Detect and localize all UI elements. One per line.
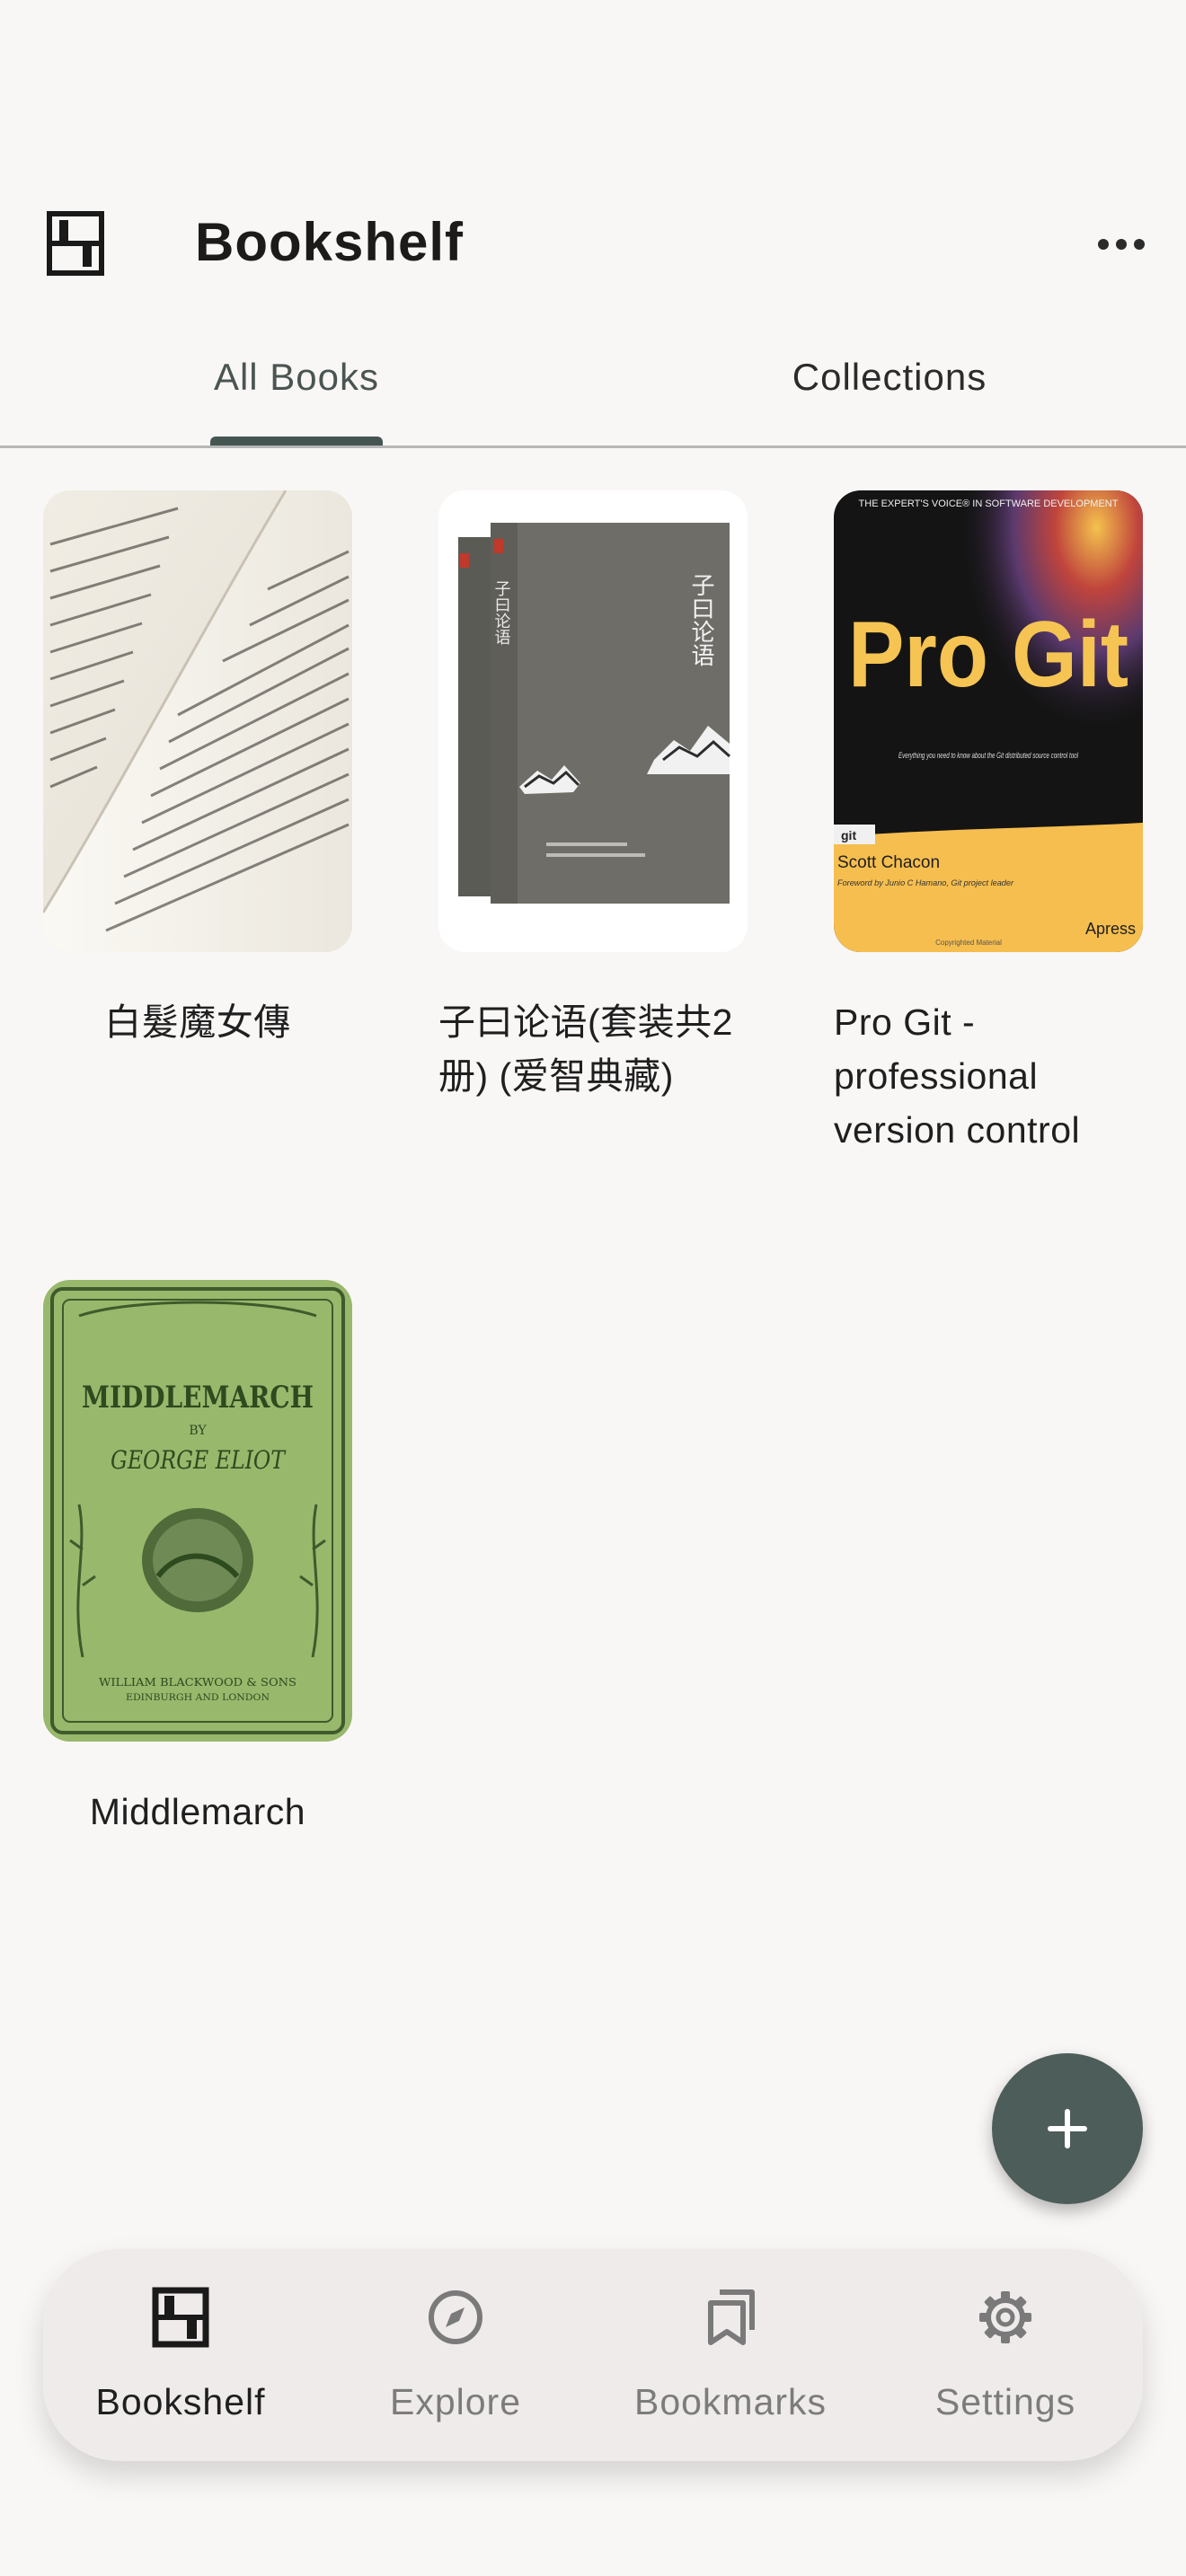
cover-footer: Copyrighted Material [935, 939, 1002, 947]
app-bar: Bookshelf [0, 180, 1186, 305]
nav-label: Settings [934, 2381, 1076, 2422]
bookshelf-icon [47, 211, 104, 276]
book-card[interactable]: 子曰论语 子曰论语 子曰论语(套装共2册) (爱智典藏) [438, 490, 748, 1103]
cover-series: THE EXPERT'S VOICE® IN SOFTWARE DEVELOPM… [859, 498, 1119, 509]
bookmarks-icon [702, 2287, 759, 2348]
book-cover: THE EXPERT'S VOICE® IN SOFTWARE DEVELOPM… [834, 490, 1143, 952]
cover-tagline: Everything you need to know about the Gi… [898, 751, 1079, 760]
more-horiz-icon [1098, 239, 1109, 250]
tab-bar: All Books Collections [0, 332, 1186, 448]
more-dot [1134, 239, 1145, 250]
nav-item-settings[interactable]: Settings [868, 2249, 1143, 2461]
cover-author: GEORGE ELIOT [111, 1445, 287, 1475]
nav-item-bookmarks[interactable]: Bookmarks [593, 2249, 868, 2461]
cover-spine-title: 子曰论语 [492, 580, 511, 645]
plus-icon [1048, 2109, 1087, 2148]
tab-all-books[interactable]: All Books [0, 332, 593, 446]
cover-title: MIDDLEMARCH [82, 1380, 314, 1416]
tab-collections[interactable]: Collections [593, 332, 1186, 446]
add-book-button[interactable] [992, 2053, 1143, 2204]
nav-label: Explore [389, 2381, 521, 2422]
book-title: 白髮魔女傳 [104, 1001, 291, 1043]
cover-foreword: Foreword by Junio C Hamano, Git project … [837, 878, 1014, 887]
cover-title: 子曰论语 [687, 573, 714, 666]
cover-by: BY [189, 1424, 207, 1438]
cover-author: Scott Chacon [837, 853, 940, 872]
tab-label: All Books [213, 356, 380, 398]
nav-label: Bookmarks [633, 2381, 828, 2422]
book-card[interactable]: 白髮魔女傳 [43, 490, 352, 1049]
more-options-button[interactable] [1075, 216, 1168, 273]
book-title: Pro Git - professional version control [834, 1001, 1081, 1151]
tab-indicator [210, 437, 383, 446]
cover-publisher: Apress [1085, 920, 1136, 938]
cover-publisher: WILLIAM BLACKWOOD & SONS [99, 1676, 296, 1689]
bottom-navigation: Bookshelf Explore Bookmarks Settings [43, 2249, 1143, 2461]
gear-icon [977, 2287, 1034, 2348]
page-title: Bookshelf [195, 212, 465, 272]
cover-badge: git [841, 828, 856, 842]
book-card[interactable]: THE EXPERT'S VOICE® IN SOFTWARE DEVELOPM… [834, 490, 1143, 1157]
tab-label: Collections [792, 356, 987, 398]
book-cover: 子曰论语 子曰论语 [438, 490, 748, 952]
book-title: 子曰论语(套装共2册) (爱智典藏) [438, 1001, 733, 1097]
book-cover: MIDDLEMARCH BY GEORGE ELIOT WILLIAM BLAC… [43, 1280, 352, 1742]
nav-item-explore[interactable]: Explore [318, 2249, 593, 2461]
book-card[interactable]: MIDDLEMARCH BY GEORGE ELIOT WILLIAM BLAC… [43, 1280, 352, 1839]
book-title: Middlemarch [89, 1791, 306, 1832]
book-cover [43, 490, 352, 952]
bookshelf-icon [152, 2287, 209, 2348]
nav-label: Bookshelf [95, 2381, 266, 2422]
more-dot [1116, 239, 1127, 250]
cover-title: Pro Git [848, 603, 1128, 707]
nav-item-bookshelf[interactable]: Bookshelf [43, 2249, 318, 2461]
cover-place: EDINBURGH AND LONDON [126, 1693, 270, 1703]
compass-icon [427, 2287, 484, 2348]
